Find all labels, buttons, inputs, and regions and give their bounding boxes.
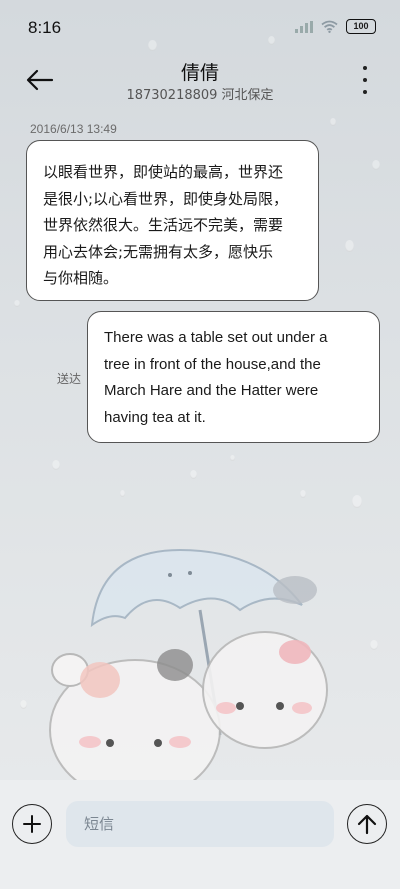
message-timestamp: 2016/6/13 13:49: [30, 122, 117, 136]
status-time: 8:16: [28, 18, 62, 37]
message-line: 是很小;以心看世界，即使身处局限，: [43, 189, 289, 208]
status-bar: 8:16 100: [0, 0, 400, 56]
outgoing-message-bubble[interactable]: There was a table set out under a tree i…: [87, 311, 380, 443]
contact-name: 倩倩: [180, 62, 219, 84]
message-input[interactable]: [66, 801, 334, 847]
message-line: March Hare and the Hatter were: [104, 382, 319, 399]
message-line: having tea at it.: [104, 408, 206, 426]
send-button[interactable]: [347, 804, 387, 844]
wallpaper-illustration: [49, 548, 328, 780]
message-line: tree in front of the house,and the: [104, 355, 321, 373]
conversation-header: 倩倩 18730218809 河北保定: [0, 54, 400, 114]
contact-detail: 18730218809 河北保定: [126, 88, 274, 103]
message-line: There was a table set out under a: [104, 329, 328, 346]
message-line: 与你相随。: [43, 269, 119, 287]
wifi-icon: [321, 20, 338, 33]
status-icons: 100: [295, 19, 376, 34]
message-composer: [0, 780, 400, 889]
message-line: 用心去体会;无需拥有太多，愿快乐: [43, 242, 274, 261]
incoming-message-bubble[interactable]: 以眼看世界，即使站的最高，世界还 是很小;以心看世界，即使身处局限， 世界依然很…: [26, 140, 319, 301]
add-icon: [23, 815, 41, 833]
more-vertical-icon: [363, 66, 367, 70]
message-line: 世界依然很大。生活远不完美，需要: [43, 216, 284, 234]
send-arrow-icon: [357, 814, 377, 835]
message-line: 以眼看世界，即使站的最高，世界还: [43, 163, 284, 181]
signal-icon: [295, 20, 313, 33]
more-options-button[interactable]: [358, 66, 372, 94]
battery-icon: 100: [346, 19, 376, 34]
delivery-status: 送达: [57, 372, 82, 386]
add-attachment-button[interactable]: [12, 804, 52, 844]
